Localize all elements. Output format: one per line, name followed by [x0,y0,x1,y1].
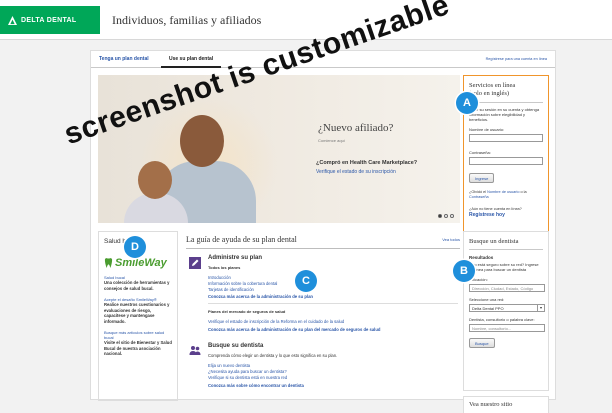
username-input[interactable] [469,134,543,143]
guide-link-check-network[interactable]: Verifique si su dentista está en nuestra… [208,375,287,380]
guide-subdivider [208,303,458,304]
find-dentist-desc: Comprenda cómo elegir un dentista y lo q… [208,353,338,358]
page-title: Individuos, familias y afiliados [112,13,262,27]
guide-divider [186,248,460,249]
results-heading: Resultados [469,255,494,260]
carousel-dot-3[interactable] [450,214,454,218]
search-divider [469,249,543,250]
hero-question: ¿Compró en Health Care Marketplace? [316,160,418,166]
smileway-name: SmileWay [115,257,167,269]
network-help-text: ¿No está seguro sobre su red? Ingrese en… [469,262,539,273]
tab-get-plan[interactable]: Tenga un plan dental [99,56,149,62]
guide-more-marketplace[interactable]: Conozca más acerca de la administración … [208,327,380,332]
callout-badge-a: A [456,92,478,114]
hero-adult-head [180,115,224,167]
see-our-site-panel: Vea nuestro sitio [463,396,549,413]
hero-child-head [138,161,172,199]
pencil-icon [189,257,201,269]
people-icon [189,346,201,355]
register-account-link[interactable]: Regístrese para una cuenta en línea [486,57,547,61]
delta-logo-icon [8,15,17,25]
carousel-dots [438,214,454,218]
guide-more-find-dentist[interactable]: Conozca más sobre cómo encontrar un dent… [208,383,304,388]
find-dentist-panel: Busque un dentista Resultados ¿No está s… [463,231,549,391]
oral-health-text: Una colección de herramientas y consejos… [104,280,170,291]
smileway-description: Realice nuestros cuestionarios y evaluac… [104,302,170,324]
more-articles-link[interactable]: Busque más artículos sobre salud bucal [104,330,172,340]
carousel-dot-2[interactable] [444,214,448,218]
guide-link-intro[interactable]: Introducción [208,275,231,280]
callout-badge-c: C [295,270,317,292]
smileway-logo[interactable]: SmileWay [104,257,172,269]
forgot-mid: o la [520,190,527,195]
login-submit-button[interactable]: Ingrese [469,173,495,184]
username-label: Nombre de usuario: [469,127,505,133]
guide-link-help-search[interactable]: ¿Necesita ayuda para buscar un dentista? [208,369,287,374]
guide-link-id-cards[interactable]: Tarjetas de identificación [208,287,254,292]
carousel-dot-1[interactable] [438,214,442,218]
keyword-label: Dentista, consultorio o palabra clave: [469,317,535,323]
manage-plan-heading: Administre su plan [208,255,263,261]
forgot-password-link[interactable]: Contraseña [469,195,489,199]
forgot-credentials: ¿Olvidó el Nombre de usuario o la Contra… [469,190,543,200]
login-description: Inicie su sesión en su cuenta y obtenga … [469,106,540,122]
login-divider [469,101,543,103]
tab-use-plan[interactable]: Use su plan dental [169,56,213,62]
keyword-input[interactable]: Nombre, consultorio... [469,324,545,333]
guide-link-reform-status[interactable]: Verifique el estado de inscripción de la… [208,319,344,324]
search-submit-button[interactable]: Busque [469,338,495,349]
forgot-username-link[interactable]: Nombre de usuario [487,190,519,194]
network-select[interactable]: Delta Dental PPO ▾ [469,304,545,313]
guide-more-manage[interactable]: Conozca más acerca de la administración … [208,294,313,299]
network-label: Seleccione una red: [469,297,505,303]
brand-name: DELTA DENTAL [21,16,77,24]
callout-badge-b: B [453,260,475,282]
forgot-prefix: ¿Olvidó el [469,190,487,195]
find-dentist-heading: Busque su dentista [208,343,264,349]
network-selected-value: Delta Dental PPO [472,306,504,312]
password-input[interactable] [469,156,543,165]
location-input[interactable]: Dirección, Ciudad, Estado, Código [469,284,545,293]
register-today-link[interactable]: Regístrese hoy [469,212,505,218]
guide-link-coverage[interactable]: Información sobre la cobertura dental [208,281,277,286]
login-title: Servicios en línea [469,82,516,89]
find-dentist-title: Busque un dentista [469,238,519,245]
chevron-down-icon: ▾ [537,305,544,312]
hero-title: ¿Nuevo afiliado? [318,122,394,134]
guide-link-choose-dentist[interactable]: Elija un nuevo dentista [208,363,250,368]
tooth-icon [104,257,113,268]
hero-subtitle: Comience aquí [318,138,345,143]
password-label: Contraseña: [469,149,491,155]
login-title-note: (solo en inglés) [469,89,510,97]
all-plans-label: Todos los planes [208,265,241,270]
callout-badge-d: D [124,236,146,258]
hero-enrollment-link[interactable]: Verifique el estado de su inscripción [316,169,396,175]
brand-logo[interactable]: DELTA DENTAL [0,6,100,34]
wellness-site-text: Visite el sitio de Bienestar y Salud Buc… [104,340,172,357]
plan-guide-section: La guía de ayuda de su plan dental Vea t… [186,231,460,401]
view-all-link[interactable]: Vea todos [442,237,460,242]
guide-title: La guía de ayuda de su plan dental [186,235,297,244]
location-label: Ubicación: [469,277,488,283]
marketplace-plans-label: Planes del mercado de seguros de salud [208,309,286,314]
